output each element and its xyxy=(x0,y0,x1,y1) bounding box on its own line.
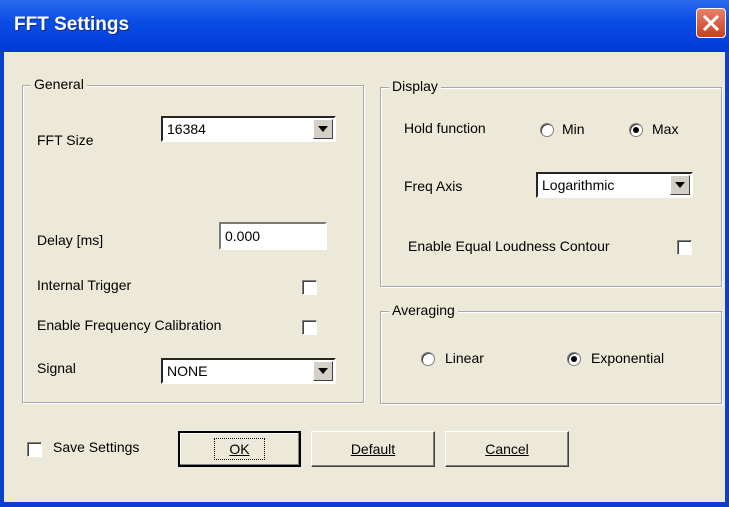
delay-label: Delay [ms] xyxy=(37,232,104,248)
title-bar[interactable]: FFT Settings xyxy=(0,0,729,52)
averaging-legend: Averaging xyxy=(389,302,458,318)
save-settings-checkbox[interactable] xyxy=(27,442,42,457)
general-legend: General xyxy=(31,76,87,92)
cancel-button[interactable]: Cancel xyxy=(445,431,569,467)
fft-size-dropdown-button[interactable] xyxy=(313,119,333,139)
averaging-linear-radio[interactable] xyxy=(421,352,435,366)
hold-max-label: Max xyxy=(652,121,679,137)
averaging-exponential-label: Exponential xyxy=(591,350,665,366)
signal-dropdown-button[interactable] xyxy=(313,361,333,381)
hold-min-radio[interactable] xyxy=(540,123,554,137)
close-button[interactable] xyxy=(696,8,726,38)
signal-value: NONE xyxy=(167,363,208,379)
display-legend: Display xyxy=(389,78,441,94)
fft-size-select[interactable]: 16384 xyxy=(161,116,336,142)
freq-calibration-checkbox[interactable] xyxy=(302,320,317,335)
averaging-exponential-radio[interactable] xyxy=(567,352,581,366)
delay-input[interactable] xyxy=(219,222,327,250)
window-title: FFT Settings xyxy=(14,14,130,35)
delay-field[interactable] xyxy=(221,224,325,248)
hold-function-label: Hold function xyxy=(404,120,486,136)
averaging-linear-label: Linear xyxy=(445,350,484,366)
ok-button[interactable]: OK xyxy=(178,431,301,467)
hold-max-radio[interactable] xyxy=(629,123,643,137)
equal-loudness-checkbox[interactable] xyxy=(677,240,692,255)
freq-axis-label: Freq Axis xyxy=(404,178,463,194)
hold-min-label: Min xyxy=(562,121,585,137)
dialog-body: General FFT Size 16384 Delay [ms] Intern… xyxy=(4,52,725,502)
chevron-down-icon xyxy=(318,368,328,374)
internal-trigger-checkbox[interactable] xyxy=(302,280,317,295)
fft-size-value: 16384 xyxy=(167,121,206,137)
signal-select[interactable]: NONE xyxy=(161,358,336,384)
cancel-button-label: Cancel xyxy=(485,441,529,457)
fft-settings-dialog: FFT Settings General FFT Size 16384 Dela… xyxy=(0,0,729,507)
signal-label: Signal xyxy=(37,360,76,376)
default-button-label: Default xyxy=(350,441,396,457)
chevron-down-icon xyxy=(675,182,685,188)
freq-axis-value: Logarithmic xyxy=(542,177,615,193)
ok-button-label: OK xyxy=(214,438,265,460)
freq-calibration-label: Enable Frequency Calibration xyxy=(37,317,222,333)
chevron-down-icon xyxy=(318,126,328,132)
close-icon xyxy=(702,14,720,32)
equal-loudness-label: Enable Equal Loudness Contour xyxy=(408,238,610,254)
freq-axis-dropdown-button[interactable] xyxy=(670,175,690,195)
default-button[interactable]: Default xyxy=(311,431,435,467)
internal-trigger-label: Internal Trigger xyxy=(37,277,132,293)
freq-axis-select[interactable]: Logarithmic xyxy=(536,172,693,198)
fft-size-label: FFT Size xyxy=(37,132,94,148)
save-settings-label: Save Settings xyxy=(53,439,140,455)
